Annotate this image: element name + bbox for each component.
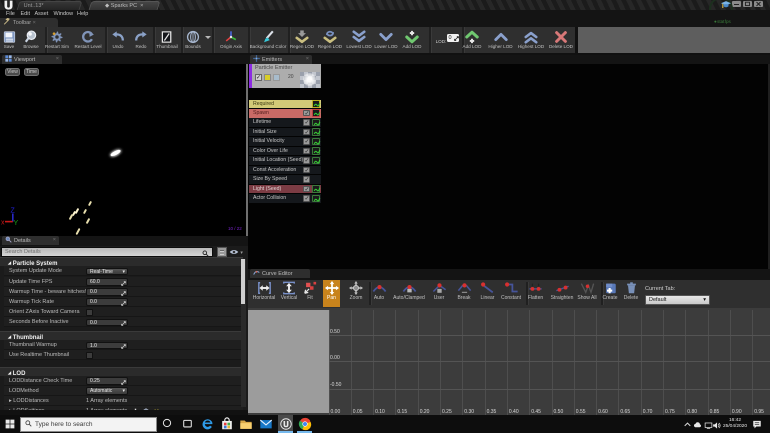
svg-text:Y: Y <box>14 220 19 227</box>
svg-text:Z: Z <box>11 208 16 215</box>
svg-text:x: x <box>1 220 5 227</box>
